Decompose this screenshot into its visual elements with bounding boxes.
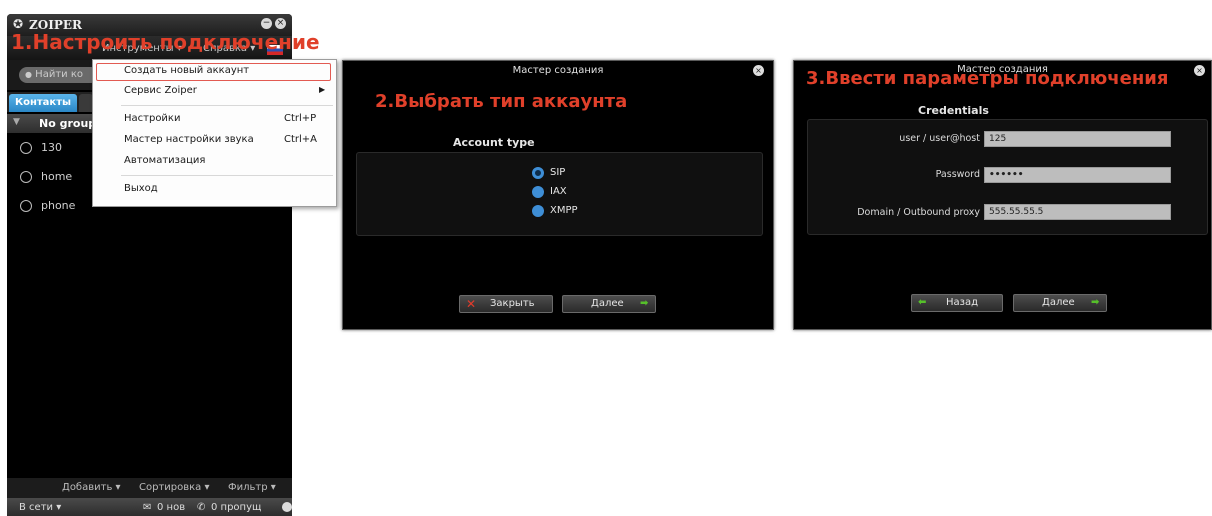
missed-calls-icon: ✆	[197, 502, 206, 513]
new-messages[interactable]: 0 нов	[157, 502, 185, 513]
field-label: Domain / Outbound proxy	[857, 207, 980, 218]
status-online[interactable]: В сети ▾	[19, 502, 61, 513]
arrow-right-icon: ➡	[640, 298, 649, 309]
menu-separator	[121, 175, 333, 176]
close-button-label: Закрыть	[490, 298, 535, 309]
menu-item-zoiper-service[interactable]: Сервис Zoiper ▶	[93, 83, 336, 101]
option-label: IAX	[550, 186, 567, 197]
section-title: Account type	[453, 136, 535, 149]
contact-name: 130	[41, 141, 62, 154]
wizard-title: Мастер создания	[512, 65, 604, 76]
collapse-triangle-icon[interactable]: ▼	[13, 117, 20, 127]
menu-item-audio-wizard[interactable]: Мастер настройки звука Ctrl+A	[93, 132, 336, 150]
close-x-icon: ✕	[466, 297, 477, 311]
contact-name: phone	[41, 199, 76, 212]
radio-xmpp[interactable]	[532, 205, 544, 217]
menu-item-label: Настройки	[124, 113, 181, 124]
tab-contacts[interactable]: Контакты	[9, 94, 77, 112]
next-button[interactable]: Далее ➡	[562, 295, 656, 313]
menu-item-label: Автоматизация	[124, 155, 206, 166]
menu-item-shortcut: Ctrl+P	[284, 113, 317, 124]
messages-icon: ✉	[143, 502, 152, 513]
domain-field[interactable]: 555.55.55.5	[984, 204, 1171, 220]
menu-separator	[121, 105, 333, 106]
status-indicator-icon[interactable]	[282, 502, 292, 512]
password-field[interactable]: ••••••	[984, 167, 1171, 183]
section-title: Credentials	[918, 104, 989, 117]
search-input[interactable]: ● Найти ко	[19, 67, 99, 83]
menu-item-label: Создать новый аккаунт	[124, 65, 250, 76]
option-label: SIP	[550, 167, 566, 178]
close-icon[interactable]: ×	[753, 65, 764, 76]
menu-item-exit[interactable]: Выход	[93, 181, 336, 199]
next-button-label: Далее	[591, 298, 624, 309]
next-button-label: Далее	[1042, 297, 1075, 308]
menu-item-shortcut: Ctrl+A	[284, 134, 318, 145]
close-icon[interactable]: ×	[275, 18, 286, 29]
tab-other[interactable]	[79, 94, 93, 112]
sort-button[interactable]: Сортировка ▾	[139, 482, 210, 493]
filter-button[interactable]: Фильтр ▾	[228, 482, 276, 493]
menu-item-label: Сервис Zoiper	[124, 85, 197, 96]
group-name: No group	[39, 117, 97, 130]
minimize-icon[interactable]: −	[261, 18, 272, 29]
search-placeholder: Найти ко	[35, 69, 83, 80]
presence-icon	[20, 200, 32, 212]
radio-sip[interactable]	[532, 167, 544, 179]
menu-item-automation[interactable]: Автоматизация	[93, 153, 336, 171]
presence-icon	[20, 142, 32, 154]
annotation-step3: 3.Ввести параметры подключения	[806, 68, 1169, 89]
annotation-step1: 1.Настроить подключение	[11, 30, 320, 54]
arrow-left-icon: ⬅	[918, 297, 927, 308]
arrow-right-icon: ➡	[1091, 297, 1100, 308]
field-label: Password	[935, 169, 980, 180]
menu-item-settings[interactable]: Настройки Ctrl+P	[93, 111, 336, 129]
radio-iax[interactable]	[532, 186, 544, 198]
submenu-arrow-icon: ▶	[319, 85, 326, 94]
close-button[interactable]: ✕ Закрыть	[459, 295, 553, 313]
contact-name: home	[41, 170, 73, 183]
tools-dropdown-menu: Создать новый аккаунт Сервис Zoiper ▶ На…	[92, 59, 337, 207]
annotation-step2: 2.Выбрать тип аккаунта	[375, 91, 628, 112]
menu-item-label: Мастер настройки звука	[124, 134, 254, 145]
menu-item-create-account[interactable]: Создать новый аккаунт	[93, 63, 336, 81]
menu-item-label: Выход	[124, 183, 158, 194]
close-icon[interactable]: ×	[1194, 65, 1205, 76]
zoiper-logo-icon: ✪	[13, 17, 24, 31]
field-label: user / user@host	[899, 133, 980, 144]
next-button[interactable]: Далее ➡	[1013, 294, 1107, 312]
option-label: XMPP	[550, 205, 578, 216]
missed-calls[interactable]: 0 пропущ	[211, 502, 261, 513]
user-field[interactable]: 125	[984, 131, 1171, 147]
add-button[interactable]: Добавить ▾	[62, 482, 121, 493]
back-button-label: Назад	[946, 297, 979, 308]
presence-icon	[20, 171, 32, 183]
back-button[interactable]: ⬅ Назад	[911, 294, 1003, 312]
wizard-credentials: Мастер создания × Credentials user / use…	[793, 60, 1212, 330]
search-icon: ●	[25, 70, 32, 79]
